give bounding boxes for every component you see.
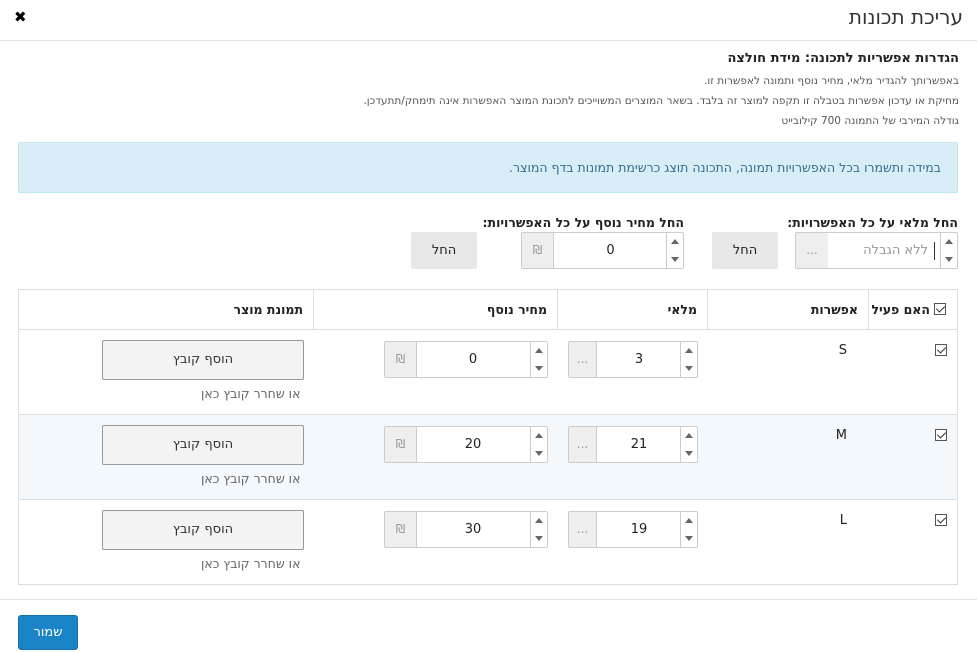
stock-stepper[interactable] <box>680 342 697 377</box>
stock-value: 3 <box>634 352 644 367</box>
shekel-icon: ₪ <box>385 342 417 377</box>
arrow-down-icon[interactable] <box>685 366 693 371</box>
arrow-down-icon[interactable] <box>945 257 953 262</box>
option-name: M <box>835 428 847 443</box>
price-value: 30 <box>464 522 482 537</box>
stock-value: 19 <box>630 522 648 537</box>
drop-file-text: או שחרר קובץ כאן <box>201 556 301 571</box>
modal-footer: שמור <box>0 599 977 652</box>
price-input[interactable]: 20 ₪ <box>384 426 548 463</box>
price-stepper[interactable] <box>530 342 547 377</box>
save-button[interactable]: שמור <box>18 615 78 650</box>
price-value: 20 <box>464 437 482 452</box>
section-title: הגדרות אפשריות לתכונה: מידת חולצה <box>727 51 959 66</box>
bulk-stock-label: החל מלאי על כל האפשרויות: <box>787 215 958 230</box>
header-stock: מלאי <box>557 290 707 329</box>
close-icon[interactable]: ✖ <box>14 8 27 26</box>
arrow-down-icon[interactable] <box>535 451 543 456</box>
alert-text: במידה ותשמרו בכל האפשרויות תמונה, התכונה… <box>509 160 941 175</box>
stock-stepper[interactable] <box>680 427 697 462</box>
note-line-2: מחיקת או עדכון אפשרות בטבלה זו תקפה למוצ… <box>363 95 959 107</box>
add-file-button[interactable]: הוסף קובץ <box>102 340 304 380</box>
bulk-price-apply-button[interactable]: החל <box>411 232 477 269</box>
shekel-icon: ₪ <box>385 512 417 547</box>
select-all-checkbox[interactable] <box>934 303 946 315</box>
arrow-up-icon[interactable] <box>535 348 543 353</box>
arrow-up-icon[interactable] <box>685 433 693 438</box>
bulk-stock-apply-button[interactable]: החל <box>712 232 778 269</box>
header-image: תמונת מוצר <box>233 302 303 317</box>
shekel-icon: ₪ <box>385 427 417 462</box>
stock-addon: ... <box>569 512 597 547</box>
bulk-stock-addon: ... <box>796 233 828 268</box>
header-active-label: האם פעיל <box>871 302 930 317</box>
shekel-icon: ₪ <box>522 233 554 268</box>
header-option: אפשרות <box>707 290 868 329</box>
price-stepper[interactable] <box>530 512 547 547</box>
table-row: L 19 ... 30 ₪ הוסף קובץ או שחרר קובץ כאן <box>19 500 957 585</box>
table-header: האם פעיל אפשרות מלאי מחיר נוסף תמונת מוצ… <box>19 290 957 330</box>
drop-file-text: או שחרר קובץ כאן <box>201 471 301 486</box>
bulk-stock-placeholder: ללא הגבלה <box>835 242 935 260</box>
note-line-1: באפשרותך להגדיר מלאי, מחיר נוסף ותמונה ל… <box>704 75 959 87</box>
drop-file-text: או שחרר קובץ כאן <box>201 386 301 401</box>
add-file-button[interactable]: הוסף קובץ <box>102 510 304 550</box>
table-row: S 3 ... 0 ₪ הוסף קובץ או שחרר קובץ כאן <box>19 330 957 415</box>
price-input[interactable]: 0 ₪ <box>384 341 548 378</box>
note-line-3: גודלה המירבי של התמונה 700 קילובייט <box>781 115 959 127</box>
arrow-up-icon[interactable] <box>945 239 953 244</box>
arrow-down-icon[interactable] <box>685 536 693 541</box>
option-name: L <box>839 513 847 528</box>
bulk-price-label: החל מחיר נוסף על כל האפשרויות: <box>482 215 684 230</box>
price-value: 0 <box>468 352 478 367</box>
arrow-down-icon[interactable] <box>535 536 543 541</box>
active-checkbox[interactable] <box>935 514 947 526</box>
bulk-price-stepper[interactable] <box>666 233 683 268</box>
stock-stepper[interactable] <box>680 512 697 547</box>
stock-addon: ... <box>569 342 597 377</box>
stock-input[interactable]: 19 ... <box>568 511 698 548</box>
active-checkbox[interactable] <box>935 429 947 441</box>
arrow-up-icon[interactable] <box>685 348 693 353</box>
modal-header: עריכת תכונות ✖ <box>0 0 977 41</box>
price-input[interactable]: 30 ₪ <box>384 511 548 548</box>
arrow-down-icon[interactable] <box>671 257 679 262</box>
arrow-down-icon[interactable] <box>685 451 693 456</box>
modal-title: עריכת תכונות <box>848 5 963 29</box>
arrow-up-icon[interactable] <box>685 518 693 523</box>
active-checkbox[interactable] <box>935 344 947 356</box>
option-name: S <box>838 343 847 358</box>
arrow-up-icon[interactable] <box>671 239 679 244</box>
header-active: האם פעיל <box>868 290 957 329</box>
add-file-button[interactable]: הוסף קובץ <box>102 425 304 465</box>
price-stepper[interactable] <box>530 427 547 462</box>
options-table: האם פעיל אפשרות מלאי מחיר נוסף תמונת מוצ… <box>18 289 958 585</box>
bulk-stock-stepper[interactable] <box>940 233 957 268</box>
stock-input[interactable]: 3 ... <box>568 341 698 378</box>
arrow-up-icon[interactable] <box>535 518 543 523</box>
arrow-down-icon[interactable] <box>535 366 543 371</box>
stock-value: 21 <box>630 437 648 452</box>
bulk-stock-input[interactable]: ללא הגבלה ... <box>795 232 958 269</box>
header-price: מחיר נוסף <box>313 290 557 329</box>
stock-input[interactable]: 21 ... <box>568 426 698 463</box>
bulk-price-input[interactable]: 0 ₪ <box>521 232 684 269</box>
table-row: M 21 ... 20 ₪ הוסף קובץ או שחרר קובץ כאן <box>19 415 957 500</box>
arrow-up-icon[interactable] <box>535 433 543 438</box>
bulk-price-value: 0 <box>606 243 615 258</box>
info-alert: במידה ותשמרו בכל האפשרויות תמונה, התכונה… <box>18 142 958 193</box>
stock-addon: ... <box>569 427 597 462</box>
